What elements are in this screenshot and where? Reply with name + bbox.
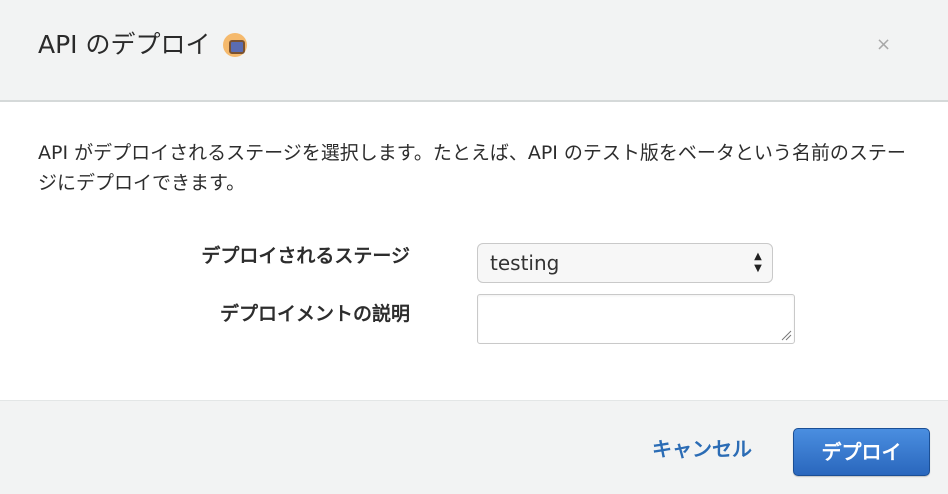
cancel-button[interactable]: キャンセル xyxy=(652,435,752,463)
dialog-title-row: API のデプロイ xyxy=(38,26,247,64)
deployment-description-textarea[interactable] xyxy=(477,294,795,344)
stage-label: デプロイされるステージ xyxy=(201,245,410,267)
stage-select-value: testing xyxy=(490,251,560,275)
resize-grip-icon[interactable] xyxy=(780,329,792,341)
dialog-footer: キャンセル デプロイ xyxy=(0,400,948,494)
deploy-api-dialog: API のデプロイ × API がデプロイされるステージを選択します。たとえば、… xyxy=(0,0,948,494)
up-down-arrows-icon: ▲ ▼ xyxy=(754,251,762,274)
beta-badge-icon xyxy=(222,33,247,57)
deploy-button[interactable]: デプロイ xyxy=(793,428,930,476)
dialog-body: API がデプロイされるステージを選択します。たとえば、API のテスト版をベー… xyxy=(0,104,948,400)
dialog-header: API のデプロイ × xyxy=(0,0,948,102)
stage-select[interactable]: testing ▲ ▼ xyxy=(477,243,773,283)
deployment-description-label: デプロイメントの説明 xyxy=(219,303,410,325)
dialog-title: API のデプロイ xyxy=(38,30,211,59)
dialog-description: API がデプロイされるステージを選択します。たとえば、API のテスト版をベー… xyxy=(38,142,906,194)
close-icon[interactable]: × xyxy=(876,34,891,56)
